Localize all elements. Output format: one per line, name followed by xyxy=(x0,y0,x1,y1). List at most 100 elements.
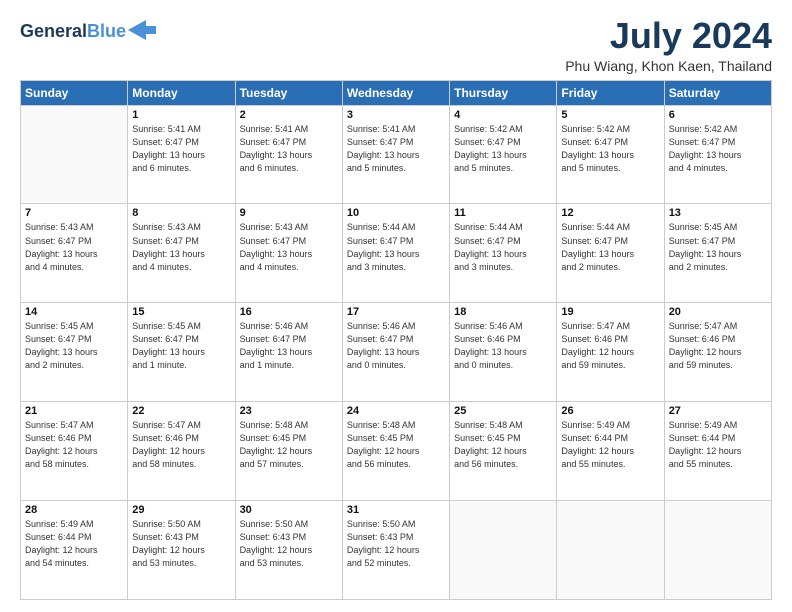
day-number: 11 xyxy=(454,207,552,219)
day-number: 9 xyxy=(240,207,338,219)
weekday-header: Friday xyxy=(557,80,664,105)
calendar-header-row: SundayMondayTuesdayWednesdayThursdayFrid… xyxy=(21,80,772,105)
calendar-cell: 22 Sunrise: 5:47 AM Sunset: 6:46 PM Dayli… xyxy=(128,402,235,501)
calendar-cell: 12Sunrise: 5:44 AM Sunset: 6:47 PM Dayli… xyxy=(557,204,664,303)
day-info: Sunrise: 5:46 AM Sunset: 6:47 PM Dayligh… xyxy=(240,320,338,372)
calendar-cell: 13 Sunrise: 5:45 AM Sunset: 6:47 PM Dayli… xyxy=(664,204,771,303)
calendar-cell: 10Sunrise: 5:44 AM Sunset: 6:47 PM Dayli… xyxy=(342,204,449,303)
day-number: 25 xyxy=(454,405,552,417)
logo-text: GeneralBlue xyxy=(20,22,126,42)
calendar-cell: 31 Sunrise: 5:50 AM Sunset: 6:43 PM Dayli… xyxy=(342,501,449,600)
day-number: 6 xyxy=(669,109,767,121)
day-info: Sunrise: 5:41 AM Sunset: 6:47 PM Dayligh… xyxy=(347,123,445,175)
day-info: Sunrise: 5:45 AM Sunset: 6:47 PM Dayligh… xyxy=(132,320,230,372)
calendar-cell: 1Sunrise: 5:41 AM Sunset: 6:47 PM Daylig… xyxy=(128,105,235,204)
weekday-header: Wednesday xyxy=(342,80,449,105)
day-number: 24 xyxy=(347,405,445,417)
calendar-week-row: 14Sunrise: 5:45 AM Sunset: 6:47 PM Dayli… xyxy=(21,303,772,402)
day-info: Sunrise: 5:50 AM Sunset: 6:43 PM Dayligh… xyxy=(347,518,445,570)
calendar-cell: 3 Sunrise: 5:41 AM Sunset: 6:47 PM Daylig… xyxy=(342,105,449,204)
calendar-cell: 17Sunrise: 5:46 AM Sunset: 6:47 PM Dayli… xyxy=(342,303,449,402)
calendar-week-row: 7 Sunrise: 5:43 AM Sunset: 6:47 PM Daylig… xyxy=(21,204,772,303)
calendar-cell: 18 Sunrise: 5:46 AM Sunset: 6:46 PM Dayli… xyxy=(450,303,557,402)
day-info: Sunrise: 5:48 AM Sunset: 6:45 PM Dayligh… xyxy=(347,419,445,471)
calendar-week-row: 1Sunrise: 5:41 AM Sunset: 6:47 PM Daylig… xyxy=(21,105,772,204)
calendar-week-row: 28Sunrise: 5:49 AM Sunset: 6:44 PM Dayli… xyxy=(21,501,772,600)
day-info: Sunrise: 5:48 AM Sunset: 6:45 PM Dayligh… xyxy=(240,419,338,471)
day-info: Sunrise: 5:49 AM Sunset: 6:44 PM Dayligh… xyxy=(561,419,659,471)
calendar-cell: 5Sunrise: 5:42 AM Sunset: 6:47 PM Daylig… xyxy=(557,105,664,204)
weekday-header: Thursday xyxy=(450,80,557,105)
day-number: 16 xyxy=(240,306,338,318)
weekday-header: Saturday xyxy=(664,80,771,105)
calendar-cell xyxy=(450,501,557,600)
weekday-header: Sunday xyxy=(21,80,128,105)
day-info: Sunrise: 5:50 AM Sunset: 6:43 PM Dayligh… xyxy=(240,518,338,570)
calendar-cell: 26Sunrise: 5:49 AM Sunset: 6:44 PM Dayli… xyxy=(557,402,664,501)
day-number: 3 xyxy=(347,109,445,121)
month-title: July 2024 xyxy=(565,16,772,56)
day-number: 7 xyxy=(25,207,123,219)
day-number: 22 xyxy=(132,405,230,417)
day-info: Sunrise: 5:47 AM Sunset: 6:46 PM Dayligh… xyxy=(132,419,230,471)
day-info: Sunrise: 5:47 AM Sunset: 6:46 PM Dayligh… xyxy=(25,419,123,471)
calendar-cell xyxy=(21,105,128,204)
day-info: Sunrise: 5:43 AM Sunset: 6:47 PM Dayligh… xyxy=(132,221,230,273)
calendar-table: SundayMondayTuesdayWednesdayThursdayFrid… xyxy=(20,80,772,600)
day-info: Sunrise: 5:41 AM Sunset: 6:47 PM Dayligh… xyxy=(132,123,230,175)
calendar-cell: 2 Sunrise: 5:41 AM Sunset: 6:47 PM Daylig… xyxy=(235,105,342,204)
day-number: 12 xyxy=(561,207,659,219)
day-info: Sunrise: 5:49 AM Sunset: 6:44 PM Dayligh… xyxy=(669,419,767,471)
calendar-cell: 11 Sunrise: 5:44 AM Sunset: 6:47 PM Dayli… xyxy=(450,204,557,303)
day-info: Sunrise: 5:47 AM Sunset: 6:46 PM Dayligh… xyxy=(561,320,659,372)
day-number: 20 xyxy=(669,306,767,318)
day-info: Sunrise: 5:45 AM Sunset: 6:47 PM Dayligh… xyxy=(669,221,767,273)
calendar-cell: 16 Sunrise: 5:46 AM Sunset: 6:47 PM Dayli… xyxy=(235,303,342,402)
day-info: Sunrise: 5:50 AM Sunset: 6:43 PM Dayligh… xyxy=(132,518,230,570)
day-number: 19 xyxy=(561,306,659,318)
calendar-cell: 8Sunrise: 5:43 AM Sunset: 6:47 PM Daylig… xyxy=(128,204,235,303)
day-number: 23 xyxy=(240,405,338,417)
calendar-week-row: 21 Sunrise: 5:47 AM Sunset: 6:46 PM Dayli… xyxy=(21,402,772,501)
day-info: Sunrise: 5:48 AM Sunset: 6:45 PM Dayligh… xyxy=(454,419,552,471)
day-info: Sunrise: 5:43 AM Sunset: 6:47 PM Dayligh… xyxy=(25,221,123,273)
calendar-cell: 15 Sunrise: 5:45 AM Sunset: 6:47 PM Dayli… xyxy=(128,303,235,402)
day-number: 4 xyxy=(454,109,552,121)
calendar-cell: 24 Sunrise: 5:48 AM Sunset: 6:45 PM Dayli… xyxy=(342,402,449,501)
calendar-cell: 6 Sunrise: 5:42 AM Sunset: 6:47 PM Daylig… xyxy=(664,105,771,204)
day-number: 17 xyxy=(347,306,445,318)
day-number: 31 xyxy=(347,504,445,516)
calendar-cell: 21 Sunrise: 5:47 AM Sunset: 6:46 PM Dayli… xyxy=(21,402,128,501)
day-number: 30 xyxy=(240,504,338,516)
calendar-cell xyxy=(557,501,664,600)
calendar-cell xyxy=(664,501,771,600)
calendar-cell: 14Sunrise: 5:45 AM Sunset: 6:47 PM Dayli… xyxy=(21,303,128,402)
day-number: 28 xyxy=(25,504,123,516)
weekday-header: Tuesday xyxy=(235,80,342,105)
day-info: Sunrise: 5:44 AM Sunset: 6:47 PM Dayligh… xyxy=(454,221,552,273)
day-info: Sunrise: 5:44 AM Sunset: 6:47 PM Dayligh… xyxy=(347,221,445,273)
calendar-cell: 30 Sunrise: 5:50 AM Sunset: 6:43 PM Dayli… xyxy=(235,501,342,600)
calendar-cell: 29Sunrise: 5:50 AM Sunset: 6:43 PM Dayli… xyxy=(128,501,235,600)
day-number: 21 xyxy=(25,405,123,417)
day-info: Sunrise: 5:42 AM Sunset: 6:47 PM Dayligh… xyxy=(454,123,552,175)
logo: GeneralBlue xyxy=(20,20,156,44)
calendar-cell: 20 Sunrise: 5:47 AM Sunset: 6:46 PM Dayli… xyxy=(664,303,771,402)
calendar-cell: 25 Sunrise: 5:48 AM Sunset: 6:45 PM Dayli… xyxy=(450,402,557,501)
calendar-cell: 19 Sunrise: 5:47 AM Sunset: 6:46 PM Dayli… xyxy=(557,303,664,402)
day-info: Sunrise: 5:42 AM Sunset: 6:47 PM Dayligh… xyxy=(669,123,767,175)
day-info: Sunrise: 5:47 AM Sunset: 6:46 PM Dayligh… xyxy=(669,320,767,372)
day-number: 2 xyxy=(240,109,338,121)
calendar-cell: 23 Sunrise: 5:48 AM Sunset: 6:45 PM Dayli… xyxy=(235,402,342,501)
calendar-cell: 7 Sunrise: 5:43 AM Sunset: 6:47 PM Daylig… xyxy=(21,204,128,303)
day-info: Sunrise: 5:46 AM Sunset: 6:46 PM Dayligh… xyxy=(454,320,552,372)
weekday-header: Monday xyxy=(128,80,235,105)
day-info: Sunrise: 5:42 AM Sunset: 6:47 PM Dayligh… xyxy=(561,123,659,175)
day-number: 27 xyxy=(669,405,767,417)
logo-icon xyxy=(128,16,156,44)
day-number: 18 xyxy=(454,306,552,318)
day-info: Sunrise: 5:41 AM Sunset: 6:47 PM Dayligh… xyxy=(240,123,338,175)
calendar-cell: 28Sunrise: 5:49 AM Sunset: 6:44 PM Dayli… xyxy=(21,501,128,600)
day-number: 13 xyxy=(669,207,767,219)
day-number: 15 xyxy=(132,306,230,318)
